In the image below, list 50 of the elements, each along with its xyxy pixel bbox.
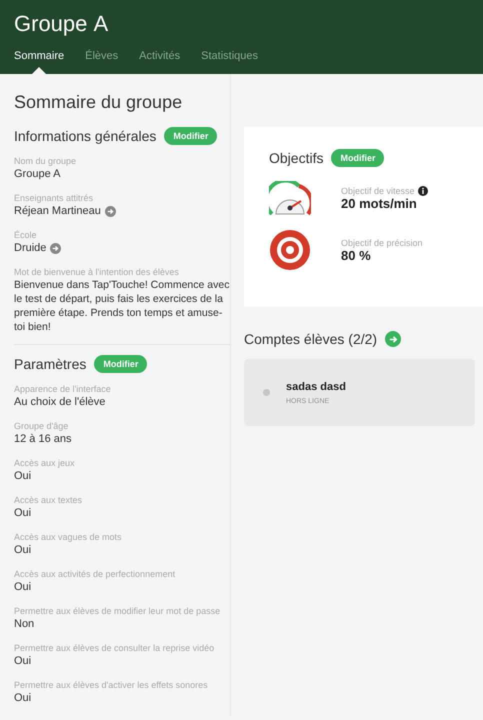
arrow-circle-icon[interactable]: [385, 331, 402, 347]
field-value: 12 à 16 ans: [14, 432, 72, 447]
nav-tab[interactable]: Activités: [139, 50, 180, 74]
edit-button[interactable]: Modifier: [94, 355, 148, 373]
nav-tab[interactable]: Élèves: [85, 50, 118, 74]
field-label: Permettre aux élèves de consulter la reprise vidéo: [14, 642, 216, 654]
section-title: Paramètres: [14, 356, 86, 372]
field-label: Accès aux jeux: [14, 457, 76, 469]
objective-label: Objectif de précision: [341, 238, 423, 248]
edit-button[interactable]: Modifier: [164, 127, 218, 145]
field-label: Groupe d'âge: [14, 420, 70, 432]
field-label: Permettre aux élèves d'activer les effets sonores: [14, 679, 209, 691]
info-icon[interactable]: [418, 186, 428, 196]
welcome-message: Bienvenue dans Tap'Touche! Commence avec le test de départ, puis fais les exercices de la première étape. Prends ton temps et amuse-toi bien!: [14, 278, 230, 334]
section-title: Objectifs: [269, 150, 324, 166]
field-value: Druide: [14, 241, 46, 256]
field-label: Permettre aux élèves de modifier leur mot de passe: [14, 605, 222, 617]
field-label: Apparence de l'interface: [14, 383, 112, 395]
nav-tab[interactable]: Statistiques: [201, 50, 258, 74]
speedometer-icon: [269, 181, 311, 215]
field-label: Nom du groupe: [14, 155, 78, 167]
field-label: École: [14, 229, 38, 241]
objective-label: Objectif de vitesse: [341, 186, 415, 196]
group-title: Groupe A: [14, 11, 110, 37]
field-label: Accès aux textes: [14, 494, 84, 506]
target-icon: [269, 229, 311, 271]
field-value: Oui: [14, 469, 32, 484]
objective-value: 80 %: [341, 248, 371, 262]
field-label: Accès aux vagues de mots: [14, 531, 123, 543]
page-title: Sommaire du groupe: [14, 92, 184, 113]
edit-button[interactable]: Modifier: [331, 149, 384, 167]
field-value: Oui: [14, 654, 32, 669]
section-title: Comptes élèves (2/2): [244, 331, 378, 347]
field-value: Réjean Martineau: [14, 204, 101, 219]
field-value: Oui: [14, 580, 32, 595]
arrow-circle-icon[interactable]: [50, 243, 62, 254]
field-label: Mot de bienvenue à l'intention des élèves: [14, 266, 180, 278]
field-label: Enseignants attitrés: [14, 192, 94, 204]
field-value: Non: [14, 617, 34, 632]
field-value: Oui: [14, 506, 32, 521]
objective-value: 20 mots/min: [341, 196, 418, 210]
student-name: sadas dasd: [286, 380, 346, 392]
field-value: Oui: [14, 691, 32, 706]
field-value: Oui: [14, 543, 32, 558]
section-title: Informations générales: [14, 128, 156, 144]
field-value: Groupe A: [14, 167, 60, 182]
nav-tab[interactable]: Sommaire: [14, 50, 64, 74]
field-value: Au choix de l'élève: [14, 395, 106, 410]
arrow-circle-icon[interactable]: [104, 206, 116, 217]
field-label: Accès aux activités de perfectionnement: [14, 568, 176, 580]
